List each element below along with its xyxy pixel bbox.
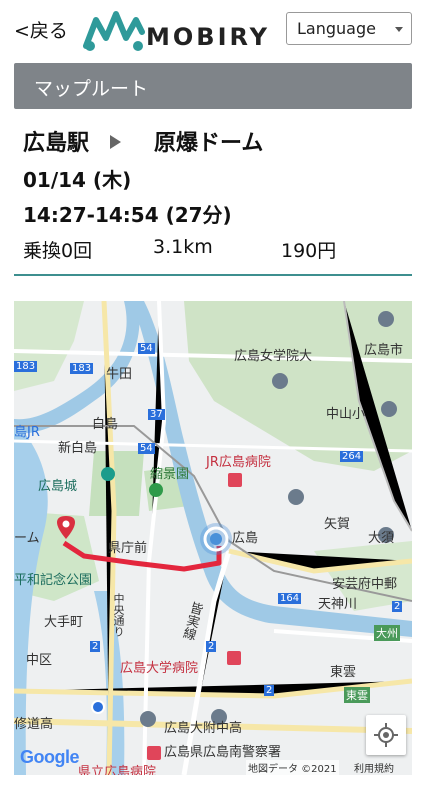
route-map[interactable]: 広島女学院大 広島市 牛田 白島 新白島 縮景園 JR広島病院 広島城 広島 矢… xyxy=(14,301,412,775)
map-label: 矢賀 xyxy=(324,517,351,532)
road-badge: 183 xyxy=(14,361,38,372)
map-label: 大州 xyxy=(374,625,400,641)
route-date: 01/14 (木) xyxy=(23,168,132,192)
map-label: ーム xyxy=(14,531,40,546)
road-badge: 2 xyxy=(264,685,275,696)
map-label: 牛田 xyxy=(106,367,133,382)
route-from: 広島駅 xyxy=(23,131,90,156)
road-badge: 264 xyxy=(340,451,364,462)
divider xyxy=(14,274,412,276)
road-badge: 54 xyxy=(138,443,155,454)
map-label: 県庁前 xyxy=(108,541,148,556)
mobiry-logo: MOBIRY xyxy=(82,6,282,54)
road-badge: 54 xyxy=(138,343,155,354)
map-label: 広島城 xyxy=(38,479,78,494)
chevron-down-icon xyxy=(395,27,403,32)
road-badge: 2 xyxy=(392,601,403,612)
road-badge: 164 xyxy=(278,593,302,604)
road-badge: 37 xyxy=(148,409,165,420)
road-badge: 2 xyxy=(90,641,101,652)
section-title: マップルート xyxy=(14,63,412,109)
map-label: 島JR xyxy=(14,425,40,440)
map-label: 広島大附中高 xyxy=(164,721,243,736)
logo-icon xyxy=(83,11,145,51)
map-label: 広島大学病院 xyxy=(120,661,199,676)
map-label: 中区 xyxy=(26,653,53,668)
logo-text: MOBIRY xyxy=(146,23,271,51)
header: <戻る MOBIRY Language xyxy=(0,0,421,60)
route-arrow-icon xyxy=(110,135,121,149)
map-label: 新白島 xyxy=(58,441,98,456)
back-link[interactable]: <戻る xyxy=(14,16,68,43)
map-label: 大須 xyxy=(368,531,395,546)
map-label: 県立広島病院 xyxy=(78,765,157,775)
route-to: 原爆ドーム xyxy=(154,131,264,156)
map-label: 中央通り xyxy=(112,593,125,637)
map-label: 東雲 xyxy=(344,687,370,703)
map-label: 白島 xyxy=(92,417,119,432)
road-badge: 2 xyxy=(206,641,217,652)
crosshair-icon xyxy=(374,723,398,747)
map-label: 中山小 xyxy=(326,407,366,422)
terms-link[interactable]: 利用規約 xyxy=(354,760,394,775)
map-label: 天神川 xyxy=(318,597,358,612)
language-select-label: Language xyxy=(297,19,376,38)
map-label: 広島県広島南警察署 xyxy=(164,745,282,760)
map-attribution: 地図データ ©2021 xyxy=(246,760,339,775)
route-time: 14:27-14:54 (27分) xyxy=(23,203,232,227)
map-label: JR広島病院 xyxy=(206,455,271,470)
map-label: 広島女学院大 xyxy=(234,349,313,364)
road-badge: 183 xyxy=(70,363,94,374)
google-logo: Google xyxy=(20,747,80,768)
google-logo-text: Google xyxy=(20,747,80,767)
my-location-button[interactable] xyxy=(366,715,406,755)
map-label: 縮景園 xyxy=(150,467,190,482)
map-label: 安芸府中郵 xyxy=(332,577,398,592)
route-stats: 乗換0回 3.1km 190円 xyxy=(23,236,403,266)
map-label: 東雲 xyxy=(330,665,357,680)
map-label: 広島市 xyxy=(364,343,404,358)
map-label: 修道高 xyxy=(14,717,54,732)
map-label: 広島 xyxy=(232,531,259,546)
map-label: 大手町 xyxy=(44,615,84,630)
transfers: 乗換0回 xyxy=(23,240,93,262)
distance: 3.1km xyxy=(153,236,213,258)
map-label: 平和記念公園 xyxy=(14,573,93,588)
language-select[interactable]: Language xyxy=(286,12,412,45)
fare: 190円 xyxy=(281,240,337,262)
